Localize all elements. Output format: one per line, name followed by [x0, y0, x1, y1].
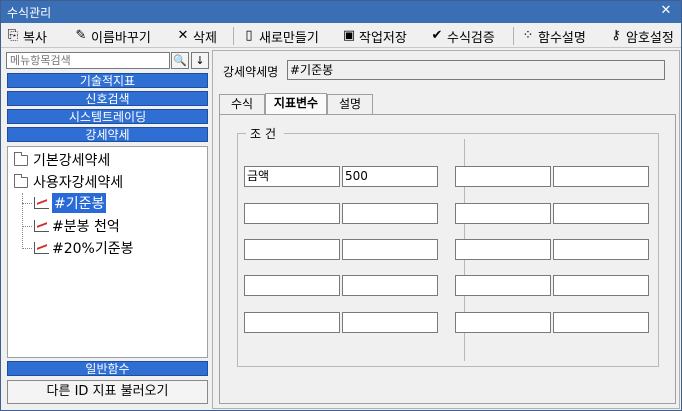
tree-folder-label: 사용자강세약세	[33, 175, 124, 191]
chart-icon	[34, 197, 49, 209]
variable-name-cell[interactable]	[244, 239, 340, 260]
formula-name-field[interactable]: #기준봉	[287, 60, 665, 80]
tree-item-bunbong[interactable]: #분봉 천억	[34, 216, 120, 236]
delete-icon: ✕	[177, 28, 189, 43]
check-icon: ✔	[431, 28, 443, 43]
menu-search-box	[6, 52, 170, 69]
category-technical-indicator[interactable]: 기술적지표	[7, 73, 208, 88]
copy-icon: ⎘	[7, 28, 19, 43]
variable-value-cell[interactable]	[553, 275, 649, 296]
formula-name-label: 강세약세명	[223, 65, 279, 79]
rename-button[interactable]: ✎ 이름바꾸기	[73, 26, 151, 46]
variable-value-cell[interactable]	[553, 239, 649, 260]
tab-description[interactable]: 설명	[327, 94, 373, 114]
variable-value-cell[interactable]	[342, 203, 438, 224]
password-button[interactable]: ⚷ 암호설정	[608, 26, 674, 46]
save-label: 작업저장	[359, 30, 407, 46]
new-label: 새로만들기	[259, 30, 319, 46]
copy-label: 복사	[23, 30, 47, 46]
delete-button[interactable]: ✕ 삭제	[175, 26, 217, 46]
variable-name-cell[interactable]	[244, 203, 340, 224]
condition-group: 조건 금액 500	[237, 125, 659, 367]
tab-panel: 조건 금액 500	[219, 114, 676, 404]
search-icon: 🔍	[173, 54, 187, 67]
condition-group-title: 조건	[246, 125, 285, 142]
variable-value-cell[interactable]	[342, 239, 438, 260]
close-icon[interactable]: ✕	[657, 2, 675, 20]
save-button[interactable]: ▣ 작업저장	[341, 26, 407, 46]
wand-icon: ⁘	[522, 28, 534, 43]
chart-icon	[34, 242, 49, 254]
down-button[interactable]: ↓	[191, 52, 209, 69]
verify-label: 수식검증	[447, 30, 495, 46]
verify-button[interactable]: ✔ 수식검증	[429, 26, 495, 46]
tree-item-label: #기준봉	[52, 193, 107, 213]
copy-button[interactable]: ⎘ 복사	[5, 26, 47, 46]
function-help-label: 함수설명	[538, 30, 586, 46]
tree-folder-user[interactable]: 사용자강세약세	[14, 172, 123, 192]
variable-value-cell[interactable]	[342, 275, 438, 296]
tree-item-label: #20%기준봉	[52, 241, 134, 257]
category-general-function[interactable]: 일반함수	[7, 361, 208, 376]
key-icon: ⚷	[611, 28, 621, 43]
tree-item-label: #분봉 천억	[52, 219, 120, 235]
category-strength-weakness[interactable]: 강세약세	[7, 127, 208, 142]
new-document-icon: ▯	[245, 28, 253, 43]
tree-connector	[22, 226, 32, 227]
left-panel: 🔍 ↓ 기술적지표 신호검색 시스템트레이딩 강세약세 기본강세약세 사용자강세…	[4, 50, 209, 409]
toolbar-separator	[513, 27, 514, 45]
new-button[interactable]: ▯ 새로만들기	[241, 26, 319, 46]
tab-indicator-variables[interactable]: 지표변수	[265, 93, 327, 114]
toolbar-separator	[233, 27, 234, 45]
variable-name-cell[interactable]	[244, 275, 340, 296]
window-title: 수식관리	[7, 6, 52, 20]
tree-connector	[22, 248, 32, 249]
rename-icon: ✎	[75, 28, 87, 43]
folder-icon	[14, 151, 28, 166]
load-other-id-button[interactable]: 다른 ID 지표 불러오기	[7, 380, 208, 404]
folder-icon	[14, 173, 28, 188]
variable-value-cell[interactable]	[553, 203, 649, 224]
variable-name-cell[interactable]: 금액	[244, 166, 340, 187]
variable-name-cell[interactable]	[455, 239, 551, 260]
variable-value-cell[interactable]	[553, 312, 649, 333]
category-system-trading[interactable]: 시스템트레이딩	[7, 109, 208, 124]
function-help-button[interactable]: ⁘ 함수설명	[520, 26, 586, 46]
search-button[interactable]: 🔍	[171, 52, 189, 69]
password-label: 암호설정	[626, 30, 674, 46]
variable-name-cell[interactable]	[244, 312, 340, 333]
tree-item-20pct[interactable]: #20%기준봉	[34, 238, 134, 258]
tree-folder-label: 기본강세약세	[33, 153, 111, 169]
variable-name-cell[interactable]	[455, 166, 551, 187]
variable-value-cell[interactable]	[342, 312, 438, 333]
delete-label: 삭제	[193, 30, 217, 46]
variable-name-cell[interactable]	[455, 203, 551, 224]
menu-search-input[interactable]	[7, 53, 169, 68]
tree-connector	[22, 203, 32, 204]
tab-formula[interactable]: 수식	[219, 94, 265, 114]
arrow-down-icon: ↓	[195, 54, 205, 67]
title-bar: 수식관리 ✕	[1, 1, 681, 23]
save-icon: ▣	[342, 28, 356, 43]
formula-tree: 기본강세약세 사용자강세약세 #기준봉 #분봉 천억 #20%기준봉	[7, 146, 208, 358]
variable-value-cell[interactable]: 500	[342, 166, 438, 187]
variable-name-cell[interactable]	[455, 275, 551, 296]
right-panel: 강세약세명 #기준봉 수식 지표변수 설명 조건 금액 500	[212, 50, 680, 409]
variable-value-cell[interactable]	[553, 166, 649, 187]
variable-name-cell[interactable]	[455, 312, 551, 333]
tree-item-gijunbong[interactable]: #기준봉	[34, 193, 107, 213]
chart-icon	[34, 220, 49, 232]
formula-manager-window: 수식관리 ✕ ⎘ 복사 ✎ 이름바꾸기 ✕ 삭제 ▯ 새로만들기 ▣ 작업저장 …	[0, 0, 682, 411]
category-signal-search[interactable]: 신호검색	[7, 91, 208, 106]
tree-folder-basic[interactable]: 기본강세약세	[14, 150, 110, 170]
toolbar: ⎘ 복사 ✎ 이름바꾸기 ✕ 삭제 ▯ 새로만들기 ▣ 작업저장 ✔ 수식검증 …	[1, 23, 681, 48]
rename-label: 이름바꾸기	[91, 30, 151, 46]
tree-connector	[22, 193, 23, 249]
